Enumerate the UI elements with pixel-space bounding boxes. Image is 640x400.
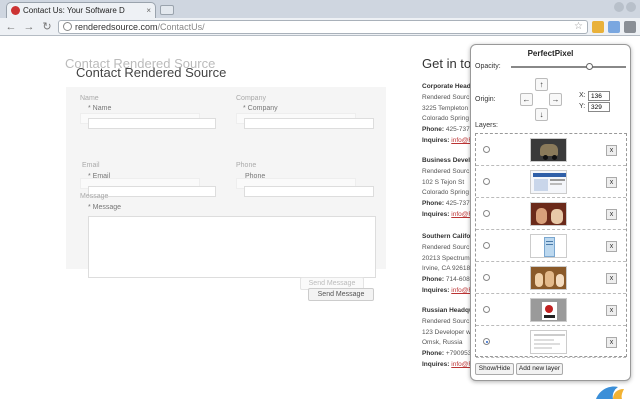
tab-close-icon[interactable]: ×	[146, 6, 151, 15]
forward-button[interactable]: →	[22, 20, 36, 34]
thumb-doc	[530, 234, 567, 258]
y-label: Y:	[579, 103, 586, 110]
origin-x-input[interactable]	[588, 91, 610, 101]
layers-label: Layers:	[475, 122, 498, 129]
url-domain: renderedsource.com	[75, 21, 158, 32]
send-message-button[interactable]: Send Message	[308, 288, 374, 301]
company-label: * Company	[243, 105, 278, 112]
opacity-slider-track[interactable]	[511, 66, 626, 68]
delete-layer-button[interactable]: x	[606, 177, 617, 188]
wrench-menu-icon[interactable]	[624, 20, 636, 33]
url-path: /ContactUs/	[157, 21, 205, 32]
layers-list: x x x x x x x	[475, 133, 627, 358]
phone-label: Phone:	[422, 126, 445, 134]
back-button[interactable]: ←	[4, 20, 18, 34]
globe-icon	[63, 22, 72, 31]
layer-row[interactable]: x	[476, 294, 626, 326]
new-tab-button[interactable]	[160, 5, 174, 15]
layer-row[interactable]: x	[476, 134, 626, 166]
origin-right-button[interactable]: →	[549, 93, 562, 106]
contact-form: Name * Name Company * Company Email * Em…	[66, 87, 386, 301]
window-controls	[614, 2, 636, 12]
origin-down-button[interactable]: ↓	[535, 108, 548, 121]
layer-row[interactable]: x	[476, 166, 626, 198]
origin-up-button[interactable]: ↑	[535, 78, 548, 91]
delete-layer-button[interactable]: x	[606, 273, 617, 284]
company-ghost-label: Company	[236, 95, 266, 102]
phone-label: Phone:	[422, 276, 445, 284]
delete-layer-button[interactable]: x	[606, 209, 617, 220]
phone-value: 425-737-	[445, 200, 472, 208]
tab-title: Contact Us: Your Software D	[23, 6, 125, 15]
layer-row[interactable]: x	[476, 198, 626, 230]
thumb-group	[530, 266, 567, 290]
phone-ghost-label: Phone	[236, 162, 257, 169]
layer-select-radio[interactable]	[483, 306, 490, 313]
show-hide-button[interactable]: Show/Hide	[475, 363, 514, 375]
x-label: X:	[579, 92, 586, 99]
browser-toolbar: ← → ↻ renderedsource.com/ContactUs/ ☆	[0, 18, 640, 36]
layer-select-radio[interactable]	[483, 242, 490, 249]
message-textarea[interactable]	[88, 216, 376, 278]
favicon-icon	[11, 6, 20, 15]
message-ghost-label: Message	[80, 193, 109, 200]
name-ghost-label: Name	[80, 95, 99, 102]
layer-row[interactable]: x	[476, 230, 626, 262]
layer-select-radio[interactable]	[483, 146, 490, 153]
message-label: * Message	[88, 204, 122, 211]
panel-title: PerfectPixel	[527, 49, 574, 58]
inquiries-label: Inquires:	[422, 286, 450, 294]
thumb-car	[530, 138, 567, 162]
delete-layer-button[interactable]: x	[606, 145, 617, 156]
origin-y-input[interactable]	[588, 102, 610, 112]
inquiries-label: Inquires:	[422, 210, 450, 218]
name-label: * Name	[88, 105, 112, 112]
thumb-poster	[530, 298, 567, 322]
tab-strip: Contact Us: Your Software D ×	[0, 0, 640, 18]
inquiries-label: Inquires:	[422, 136, 450, 144]
url-text: renderedsource.com/ContactUs/	[75, 22, 571, 32]
browser-tab[interactable]: Contact Us: Your Software D ×	[6, 2, 156, 18]
perfectpixel-panel: PerfectPixel Opacity: Origin: ↑ ← → ↓ X:…	[470, 44, 631, 381]
thumb-people	[530, 202, 567, 226]
maximize-icon[interactable]	[626, 2, 636, 12]
delete-layer-button[interactable]: x	[606, 337, 617, 348]
origin-label: Origin:	[475, 96, 496, 103]
delete-layer-button[interactable]: x	[606, 305, 617, 316]
phone-label: Phone:	[422, 350, 445, 358]
add-new-layer-button[interactable]: Add new layer	[516, 363, 563, 375]
thumb-page	[530, 330, 567, 354]
layer-select-radio[interactable]	[483, 210, 490, 217]
reload-button[interactable]: ↻	[40, 20, 54, 34]
layer-select-radio[interactable]	[483, 274, 490, 281]
company-input[interactable]	[244, 118, 374, 129]
opacity-slider-handle[interactable]	[585, 63, 593, 70]
phone-label: Phone:	[422, 200, 445, 208]
perfectpixel-extension-icon[interactable]	[608, 20, 620, 33]
phone-value: +790953	[445, 350, 472, 358]
thumb-web	[530, 170, 567, 194]
page-title: Contact Rendered Source	[76, 65, 227, 80]
phone-input[interactable]	[244, 186, 374, 197]
layer-select-radio[interactable]	[483, 178, 490, 185]
address-bar[interactable]: renderedsource.com/ContactUs/ ☆	[58, 19, 588, 34]
origin-left-button[interactable]: ←	[520, 93, 533, 106]
inquiries-label: Inquires:	[422, 360, 450, 368]
bookmark-star-icon[interactable]: ☆	[574, 21, 583, 32]
layer-select-radio[interactable]	[483, 338, 490, 345]
minimize-icon[interactable]	[614, 2, 624, 12]
phone-value: 714-608-	[445, 276, 472, 284]
bird-logo-icon	[596, 386, 624, 399]
delete-layer-button[interactable]: x	[606, 241, 617, 252]
name-input[interactable]	[88, 118, 216, 129]
layer-row[interactable]: x	[476, 326, 626, 358]
extension-icon[interactable]	[592, 20, 604, 33]
layer-row[interactable]: x	[476, 262, 626, 294]
phone-value: 425-737-	[445, 126, 472, 134]
email-ghost-label: Email	[82, 162, 100, 169]
opacity-label: Opacity:	[475, 63, 501, 70]
